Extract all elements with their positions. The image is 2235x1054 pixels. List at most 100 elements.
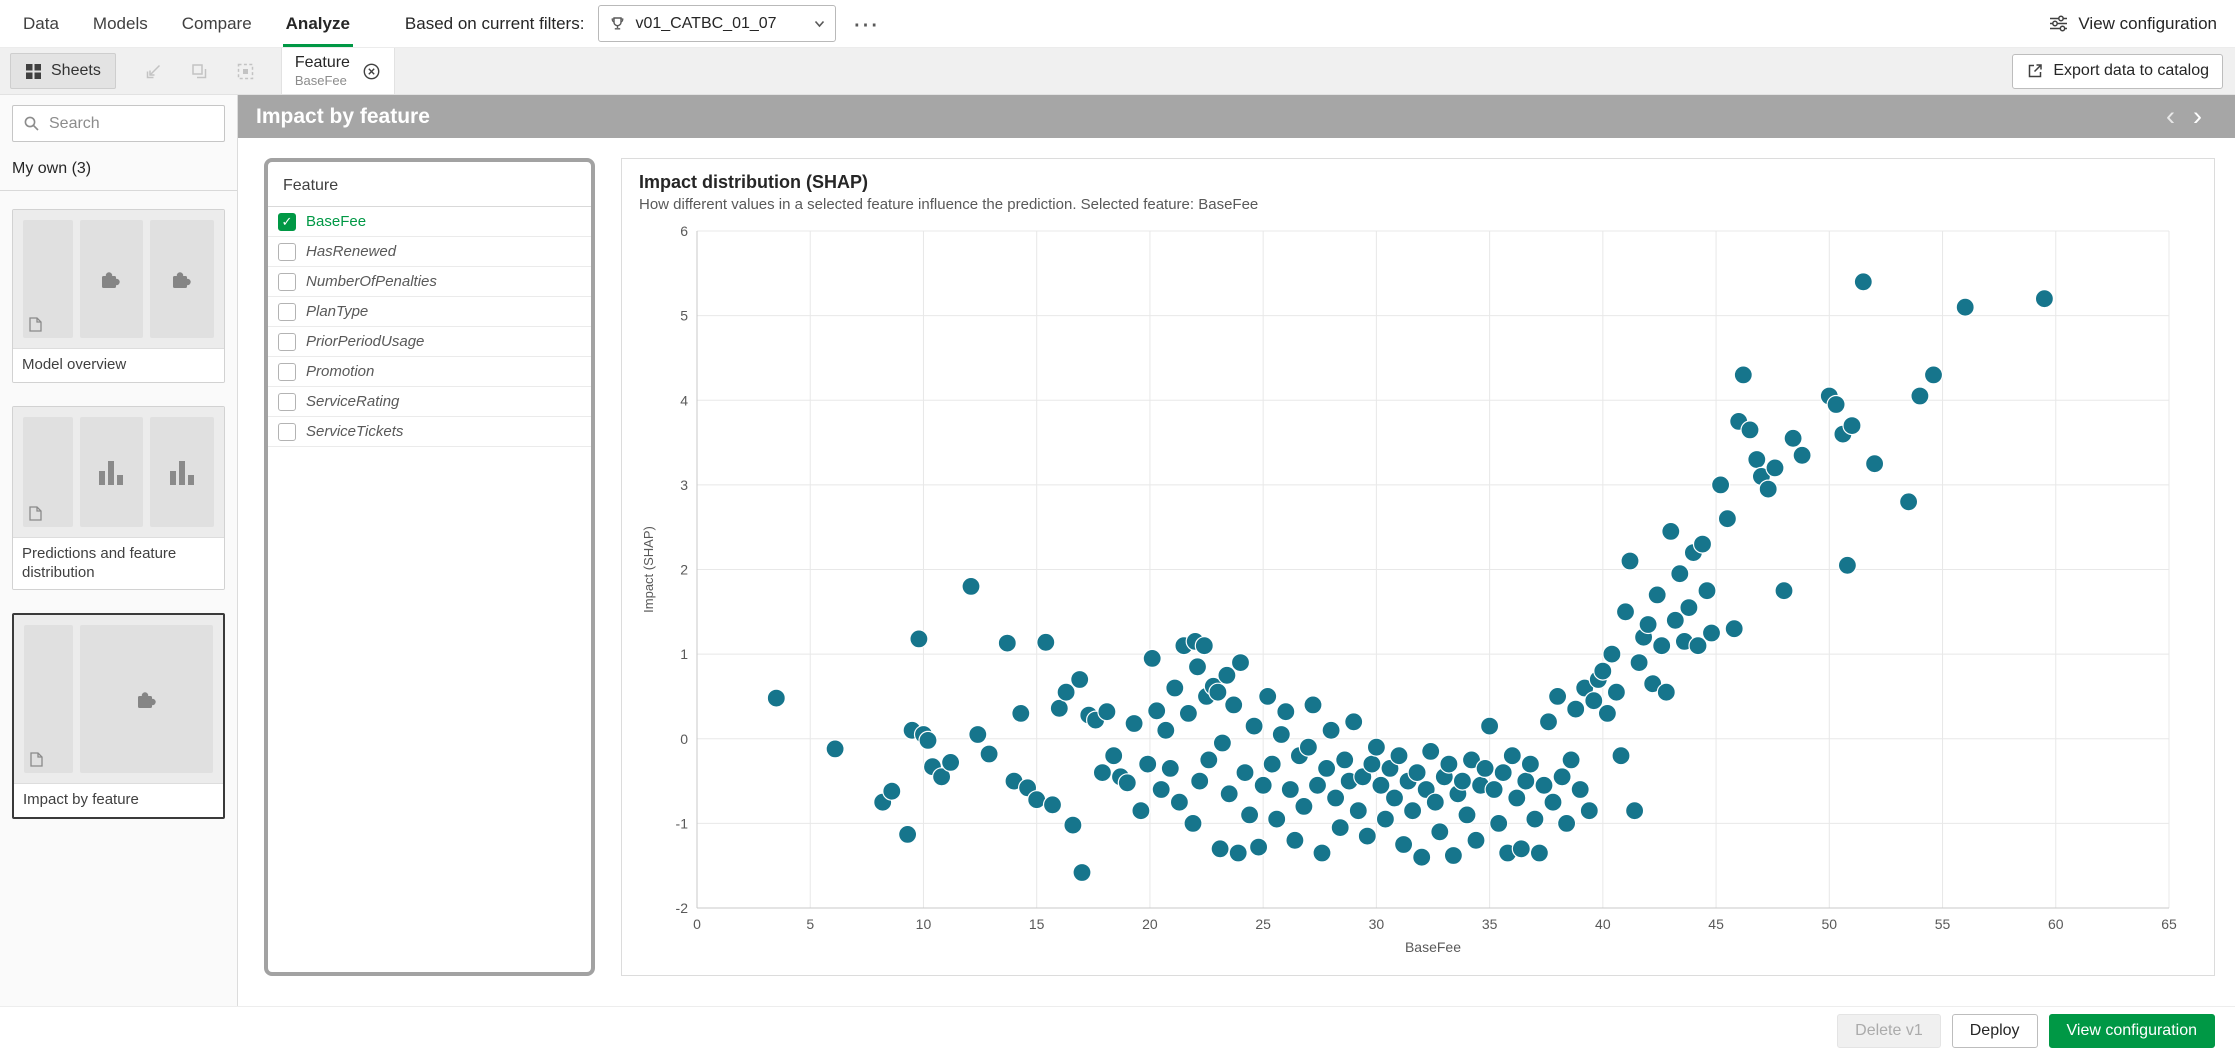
data-point[interactable] — [1268, 810, 1286, 828]
data-point[interactable] — [1232, 654, 1250, 672]
data-point[interactable] — [1093, 764, 1111, 782]
data-point[interactable] — [1530, 844, 1548, 862]
data-point[interactable] — [1748, 451, 1766, 469]
data-point[interactable] — [1431, 823, 1449, 841]
data-point[interactable] — [1440, 755, 1458, 773]
data-point[interactable] — [1386, 789, 1404, 807]
tab-data[interactable]: Data — [6, 0, 76, 47]
data-point[interactable] — [1044, 796, 1062, 814]
data-point[interactable] — [1322, 721, 1340, 739]
data-point[interactable] — [1911, 387, 1929, 405]
data-point[interactable] — [1105, 747, 1123, 765]
data-point[interactable] — [1073, 864, 1091, 882]
data-point[interactable] — [1694, 535, 1712, 553]
data-point[interactable] — [1458, 806, 1476, 824]
data-point[interactable] — [1170, 793, 1188, 811]
data-point[interactable] — [1309, 776, 1327, 794]
data-point[interactable] — [1426, 793, 1444, 811]
data-point[interactable] — [2035, 290, 2053, 308]
data-point[interactable] — [1653, 637, 1671, 655]
feature-row-basefee[interactable]: ✓BaseFee — [268, 207, 591, 237]
data-point[interactable] — [1304, 696, 1322, 714]
data-point[interactable] — [1071, 671, 1089, 689]
data-point[interactable] — [1562, 751, 1580, 769]
data-point[interactable] — [1594, 662, 1612, 680]
export-data-button[interactable]: Export data to catalog — [2012, 54, 2223, 89]
data-point[interactable] — [1139, 755, 1157, 773]
data-point[interactable] — [1225, 696, 1243, 714]
data-point[interactable] — [1012, 704, 1030, 722]
data-point[interactable] — [1544, 793, 1562, 811]
data-point[interactable] — [1854, 273, 1872, 291]
data-point[interactable] — [1784, 429, 1802, 447]
data-point[interactable] — [1057, 683, 1075, 701]
data-point[interactable] — [1281, 781, 1299, 799]
data-point[interactable] — [883, 782, 901, 800]
data-point[interactable] — [1152, 781, 1170, 799]
data-point[interactable] — [1827, 396, 1845, 414]
data-point[interactable] — [1553, 768, 1571, 786]
feature-row-hasrenewed[interactable]: HasRenewed — [268, 237, 591, 267]
data-point[interactable] — [1734, 366, 1752, 384]
data-point[interactable] — [1571, 781, 1589, 799]
sheet-card[interactable]: Impact by feature — [12, 613, 225, 819]
data-point[interactable] — [1286, 831, 1304, 849]
data-point[interactable] — [1718, 510, 1736, 528]
feature-row-servicerating[interactable]: ServiceRating — [268, 387, 591, 417]
feature-row-promotion[interactable]: Promotion — [268, 357, 591, 387]
tab-feature-basefee[interactable]: Feature BaseFee — [281, 48, 395, 94]
data-point[interactable] — [1607, 683, 1625, 701]
data-point[interactable] — [1064, 816, 1082, 834]
data-point[interactable] — [1585, 692, 1603, 710]
model-filter-dropdown[interactable]: v01_CATBC_01_07 — [598, 5, 836, 42]
data-point[interactable] — [899, 825, 917, 843]
data-point[interactable] — [1725, 620, 1743, 638]
data-point[interactable] — [1843, 417, 1861, 435]
data-point[interactable] — [1349, 802, 1367, 820]
tab-compare[interactable]: Compare — [165, 0, 269, 47]
data-point[interactable] — [1189, 658, 1207, 676]
data-point[interactable] — [1666, 611, 1684, 629]
data-point[interactable] — [1521, 755, 1539, 773]
feature-row-plantype[interactable]: PlanType — [268, 297, 591, 327]
data-point[interactable] — [1390, 747, 1408, 765]
data-point[interactable] — [910, 630, 928, 648]
focus-icon[interactable] — [236, 62, 255, 81]
data-point[interactable] — [1318, 759, 1336, 777]
data-point[interactable] — [1603, 645, 1621, 663]
data-point[interactable] — [1494, 764, 1512, 782]
feature-checkbox[interactable] — [278, 333, 296, 351]
data-point[interactable] — [1900, 493, 1918, 511]
data-point[interactable] — [1408, 764, 1426, 782]
data-point[interactable] — [1639, 616, 1657, 634]
data-point[interactable] — [1395, 836, 1413, 854]
view-configuration-link[interactable]: View configuration — [2049, 14, 2217, 34]
data-point[interactable] — [1358, 827, 1376, 845]
tab-models[interactable]: Models — [76, 0, 165, 47]
feature-checkbox[interactable] — [278, 393, 296, 411]
data-point[interactable] — [1630, 654, 1648, 672]
data-point[interactable] — [1236, 764, 1254, 782]
data-point[interactable] — [1345, 713, 1363, 731]
data-point[interactable] — [1503, 747, 1521, 765]
data-point[interactable] — [1157, 721, 1175, 739]
data-point[interactable] — [1372, 776, 1390, 794]
feature-checkbox[interactable] — [278, 243, 296, 261]
data-point[interactable] — [1549, 687, 1567, 705]
data-point[interactable] — [1512, 840, 1530, 858]
chart-plot[interactable]: 05101520253035404550556065-2-10123456Bas… — [639, 217, 2197, 962]
data-point[interactable] — [1331, 819, 1349, 837]
data-point[interactable] — [1741, 421, 1759, 439]
feature-checkbox[interactable] — [278, 423, 296, 441]
data-point[interactable] — [1508, 789, 1526, 807]
data-point[interactable] — [1299, 738, 1317, 756]
data-point[interactable] — [1467, 831, 1485, 849]
data-point[interactable] — [1540, 713, 1558, 731]
data-point[interactable] — [1775, 582, 1793, 600]
data-point[interactable] — [1838, 556, 1856, 574]
data-point[interactable] — [1712, 476, 1730, 494]
data-point[interactable] — [1209, 683, 1227, 701]
data-point[interactable] — [1453, 772, 1471, 790]
data-point[interactable] — [1376, 810, 1394, 828]
data-point[interactable] — [1476, 759, 1494, 777]
